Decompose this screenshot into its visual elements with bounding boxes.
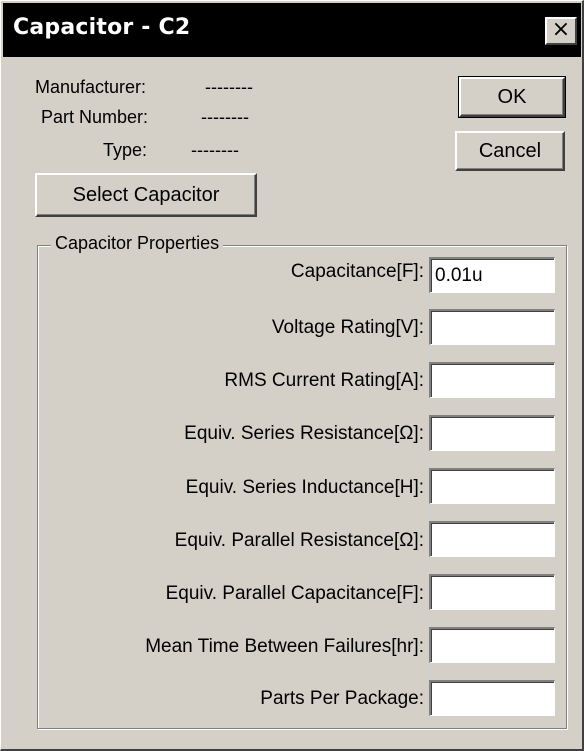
close-button[interactable]: × xyxy=(545,17,577,45)
equiv-parallel-resistance-field[interactable] xyxy=(429,521,555,557)
rms-current-rating-field[interactable] xyxy=(429,362,555,398)
equiv-series-resistance-label: Equiv. Series Resistance[Ω]: xyxy=(184,423,424,444)
parts-per-package-field[interactable] xyxy=(429,680,555,716)
capacitance-label: Capacitance[F]: xyxy=(290,261,424,282)
type-value: -------- xyxy=(191,140,239,160)
equiv-parallel-capacitance-field[interactable] xyxy=(429,574,555,610)
close-icon: × xyxy=(551,17,571,42)
capacitor-dialog: Capacitor - C2 × Manufacturer: -------- … xyxy=(0,0,584,751)
window-title: Capacitor - C2 xyxy=(13,15,191,40)
title-bar[interactable]: Capacitor - C2 × xyxy=(3,3,581,57)
part-number-value: -------- xyxy=(201,107,249,127)
equiv-parallel-capacitance-label: Equiv. Parallel Capacitance[F]: xyxy=(165,583,424,604)
voltage-rating-field[interactable] xyxy=(429,309,555,345)
equiv-series-inductance-field[interactable] xyxy=(429,468,555,504)
parts-per-package-label: Parts Per Package: xyxy=(260,688,424,709)
capacitance-field[interactable] xyxy=(429,257,555,293)
voltage-rating-label: Voltage Rating[V]: xyxy=(271,317,424,338)
capacitor-properties-title: Capacitor Properties xyxy=(51,233,224,254)
part-number-label: Part Number: xyxy=(41,107,149,127)
ok-button[interactable]: OK xyxy=(458,76,566,118)
equiv-series-inductance-label: Equiv. Series Inductance[H]: xyxy=(185,477,424,498)
equiv-series-resistance-field[interactable] xyxy=(429,415,555,451)
equiv-parallel-resistance-label: Equiv. Parallel Resistance[Ω]: xyxy=(174,530,424,551)
mtbf-label: Mean Time Between Failures[hr]: xyxy=(145,636,424,657)
manufacturer-value: -------- xyxy=(205,77,253,97)
cancel-button[interactable]: Cancel xyxy=(455,131,565,171)
type-label: Type: xyxy=(103,140,148,160)
select-capacitor-button[interactable]: Select Capacitor xyxy=(35,173,257,217)
manufacturer-label: Manufacturer: xyxy=(35,77,147,97)
mtbf-field[interactable] xyxy=(429,627,555,663)
rms-current-rating-label: RMS Current Rating[A]: xyxy=(224,370,424,391)
